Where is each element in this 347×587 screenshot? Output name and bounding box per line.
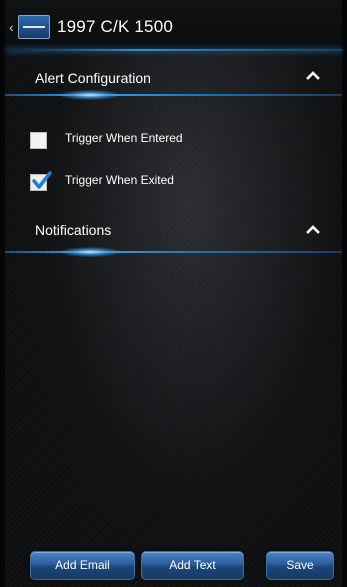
chevron-up-icon[interactable]	[306, 70, 320, 84]
add-email-label: Add Email	[55, 558, 110, 572]
trigger-exited-label: Trigger When Exited	[65, 173, 174, 187]
chevron-left-icon[interactable]: ‹	[9, 19, 14, 35]
page-title: 1997 C/K 1500	[57, 17, 174, 36]
checkmark-icon	[32, 171, 52, 189]
header-divider	[5, 49, 342, 51]
divider-glow	[60, 90, 120, 100]
add-email-button[interactable]: Add Email	[30, 551, 135, 580]
divider-glow	[60, 247, 120, 257]
trigger-entered-checkbox[interactable]	[30, 132, 47, 149]
vehicle-badge-icon[interactable]	[18, 15, 50, 39]
alert-configuration-divider	[5, 94, 342, 96]
save-button[interactable]: Save	[266, 551, 334, 580]
add-text-label: Add Text	[169, 558, 216, 572]
notifications-divider	[5, 251, 342, 253]
trigger-exited-checkbox[interactable]	[30, 171, 52, 191]
frame-right	[342, 0, 347, 587]
notifications-title: Notifications	[35, 222, 112, 238]
add-text-button[interactable]: Add Text	[141, 551, 244, 580]
notifications-header[interactable]: Notifications	[5, 212, 342, 252]
app-header: ‹ 1997 C/K 1500	[5, 0, 342, 52]
alert-configuration-title: Alert Configuration	[35, 70, 151, 86]
trigger-entered-label: Trigger When Entered	[65, 131, 183, 145]
chevron-up-icon[interactable]	[306, 224, 320, 238]
option-trigger-entered[interactable]: Trigger When Entered	[30, 130, 280, 154]
option-trigger-exited[interactable]: Trigger When Exited	[30, 171, 280, 196]
save-label: Save	[286, 558, 314, 572]
